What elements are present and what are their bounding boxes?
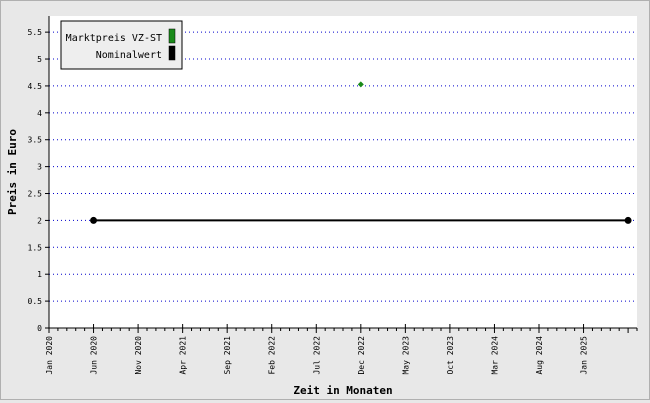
x-tick-label: Apr 2021 <box>179 336 188 375</box>
x-tick-label: Aug 2024 <box>535 336 544 375</box>
x-tick-label: Nov 2020 <box>134 336 143 375</box>
y-tick-label: 5.5 <box>28 28 43 37</box>
y-tick-label: 2 <box>37 216 42 225</box>
legend-swatch-marktpreis <box>168 28 176 44</box>
series-point-nominalwert <box>90 216 98 224</box>
y-tick-label: 0 <box>37 324 42 333</box>
x-ticks: Jan 2020 Jun 2020 Nov 2020 Apr 2021 Sep 2021… <box>45 324 638 375</box>
x-tick-label: Sep 2021 <box>223 336 232 375</box>
legend-box <box>60 20 183 70</box>
y-tick-label: 3.5 <box>28 136 43 145</box>
x-tick-label: Jan 2025 <box>580 336 589 375</box>
x-tick-label: May 2023 <box>401 336 410 375</box>
legend-swatch-nominalwert <box>168 45 176 61</box>
x-tick-label: Jun 2020 <box>90 336 99 375</box>
x-tick-label: Jul 2022 <box>312 336 321 375</box>
x-axis-title: Zeit in Monaten <box>293 384 392 397</box>
x-tick-label: Feb 2022 <box>268 336 277 375</box>
x-tick-label: Oct 2023 <box>446 336 455 375</box>
y-tick-label: 3 <box>37 163 42 172</box>
y-tick-label: 2.5 <box>28 190 43 199</box>
y-tick-label: 5 <box>37 55 42 64</box>
chart-container: 0 0.5 1 1.5 2 2.5 3 3.5 4 4.5 5 5.5 Jan 2020 Jun 202… <box>0 0 650 400</box>
y-tick-label: 0.5 <box>28 297 43 306</box>
y-tick-label: 1 <box>37 270 42 279</box>
x-tick-label: Dec 2022 <box>357 336 366 375</box>
legend: Marktpreis VZ-ST Nominalwert <box>60 20 183 70</box>
x-tick-label: Jan 2020 <box>45 336 54 375</box>
y-tick-label: 4.5 <box>28 82 43 91</box>
x-tick-label: Mar 2024 <box>490 336 499 375</box>
series-point-nominalwert <box>624 216 632 224</box>
y-tick-label: 1.5 <box>28 243 43 252</box>
y-axis-title: Preis in Euro <box>6 129 19 215</box>
legend-label-nominalwert: Nominalwert <box>96 50 162 61</box>
legend-label-marktpreis: Marktpreis VZ-ST <box>66 33 162 44</box>
price-chart: 0 0.5 1 1.5 2 2.5 3 3.5 4 4.5 5 5.5 Jan 2020 Jun 202… <box>6 16 638 397</box>
y-tick-label: 4 <box>37 109 42 118</box>
y-ticks: 0 0.5 1 1.5 2 2.5 3 3.5 4 4.5 5 5.5 <box>28 28 49 333</box>
